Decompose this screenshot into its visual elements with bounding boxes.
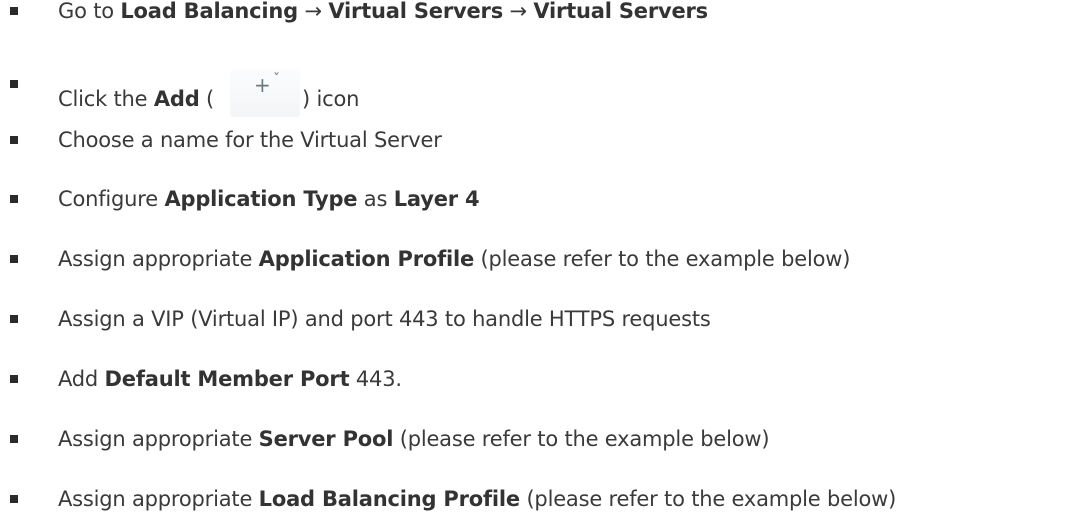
list-item: Add Default Member Port 443. — [0, 364, 1071, 394]
chevron-down-icon: ˇ — [273, 72, 280, 88]
step-text: Assign a VIP (Virtual IP) and port 443 t… — [58, 304, 711, 334]
bold-term: Virtual Servers — [533, 0, 708, 23]
add-dropdown-icon: + ˇ — [216, 69, 301, 119]
plus-icon: + — [254, 73, 271, 97]
step-text: Add Default Member Port 443. — [58, 364, 402, 394]
step-text-segment: Assign a VIP (Virtual IP) and port 443 t… — [58, 307, 711, 331]
step-text-segment: as — [357, 187, 394, 211]
step-text: Assign appropriate Application Profile (… — [58, 244, 850, 274]
instruction-list: Go to Load Balancing → Virtual Servers →… — [0, 0, 1071, 520]
bold-term: Load Balancing — [120, 0, 299, 23]
bold-term: Layer 4 — [393, 187, 480, 211]
bullet-marker — [10, 136, 18, 144]
bold-term: Load Balancing Profile — [258, 487, 521, 511]
bullet-marker — [10, 80, 18, 88]
list-item: Click the Add (+ ˇ) icon — [0, 69, 1071, 117]
step-text: Assign appropriate Server Pool (please r… — [58, 424, 770, 454]
bullet-marker — [10, 495, 18, 503]
list-item: Configure Application Type as Layer 4 — [0, 184, 1071, 214]
step-text-segment: (please refer to the example below) — [519, 487, 897, 511]
step-text-segment: (please refer to the example below) — [474, 247, 851, 271]
step-text-segment: Click the — [58, 87, 154, 111]
bullet-marker — [10, 255, 18, 263]
step-text-segment: Assign appropriate — [58, 487, 259, 511]
list-item: Go to Load Balancing → Virtual Servers →… — [0, 0, 1071, 26]
bullet-marker — [10, 375, 18, 383]
list-item: Assign appropriate Load Balancing Profil… — [0, 484, 1071, 514]
bullet-marker — [10, 315, 18, 323]
step-text-segment: → — [503, 0, 534, 23]
list-item: Assign appropriate Server Pool (please r… — [0, 424, 1071, 454]
bullet-marker — [10, 435, 18, 443]
step-text-segment: Assign appropriate — [58, 427, 259, 451]
bold-term: Application Profile — [258, 247, 475, 271]
step-text: Configure Application Type as Layer 4 — [58, 184, 480, 214]
step-text-segment: Choose a name for the Virtual Server — [58, 128, 442, 152]
bold-term: Add — [153, 87, 200, 111]
step-text-segment: Configure — [58, 187, 165, 211]
step-text-segment: Add — [58, 367, 105, 391]
bold-term: Default Member Port — [104, 367, 350, 391]
step-text-segment: Go to — [58, 0, 121, 23]
list-item: Choose a name for the Virtual Server — [0, 125, 1071, 155]
bullet-marker — [10, 7, 18, 15]
step-text-segment: Assign appropriate — [58, 247, 259, 271]
bold-term: Server Pool — [258, 427, 394, 451]
bold-term: Application Type — [164, 187, 358, 211]
step-text: Click the Add (+ ˇ) icon — [58, 69, 359, 119]
step-text-segment: (please refer to the example below) — [393, 427, 770, 451]
step-text: Go to Load Balancing → Virtual Servers →… — [58, 0, 708, 26]
list-item: Assign appropriate Application Profile (… — [0, 244, 1071, 274]
step-text: Assign appropriate Load Balancing Profil… — [58, 484, 896, 514]
step-text-segment: ) icon — [302, 87, 360, 111]
step-text-segment: 443. — [349, 367, 402, 391]
list-item: Assign a VIP (Virtual IP) and port 443 t… — [0, 304, 1071, 334]
bold-term: Virtual Servers — [328, 0, 503, 23]
step-text-segment: → — [298, 0, 329, 23]
step-text: Choose a name for the Virtual Server — [58, 125, 442, 155]
bullet-marker — [10, 195, 18, 203]
step-text-segment: ( — [199, 87, 215, 111]
